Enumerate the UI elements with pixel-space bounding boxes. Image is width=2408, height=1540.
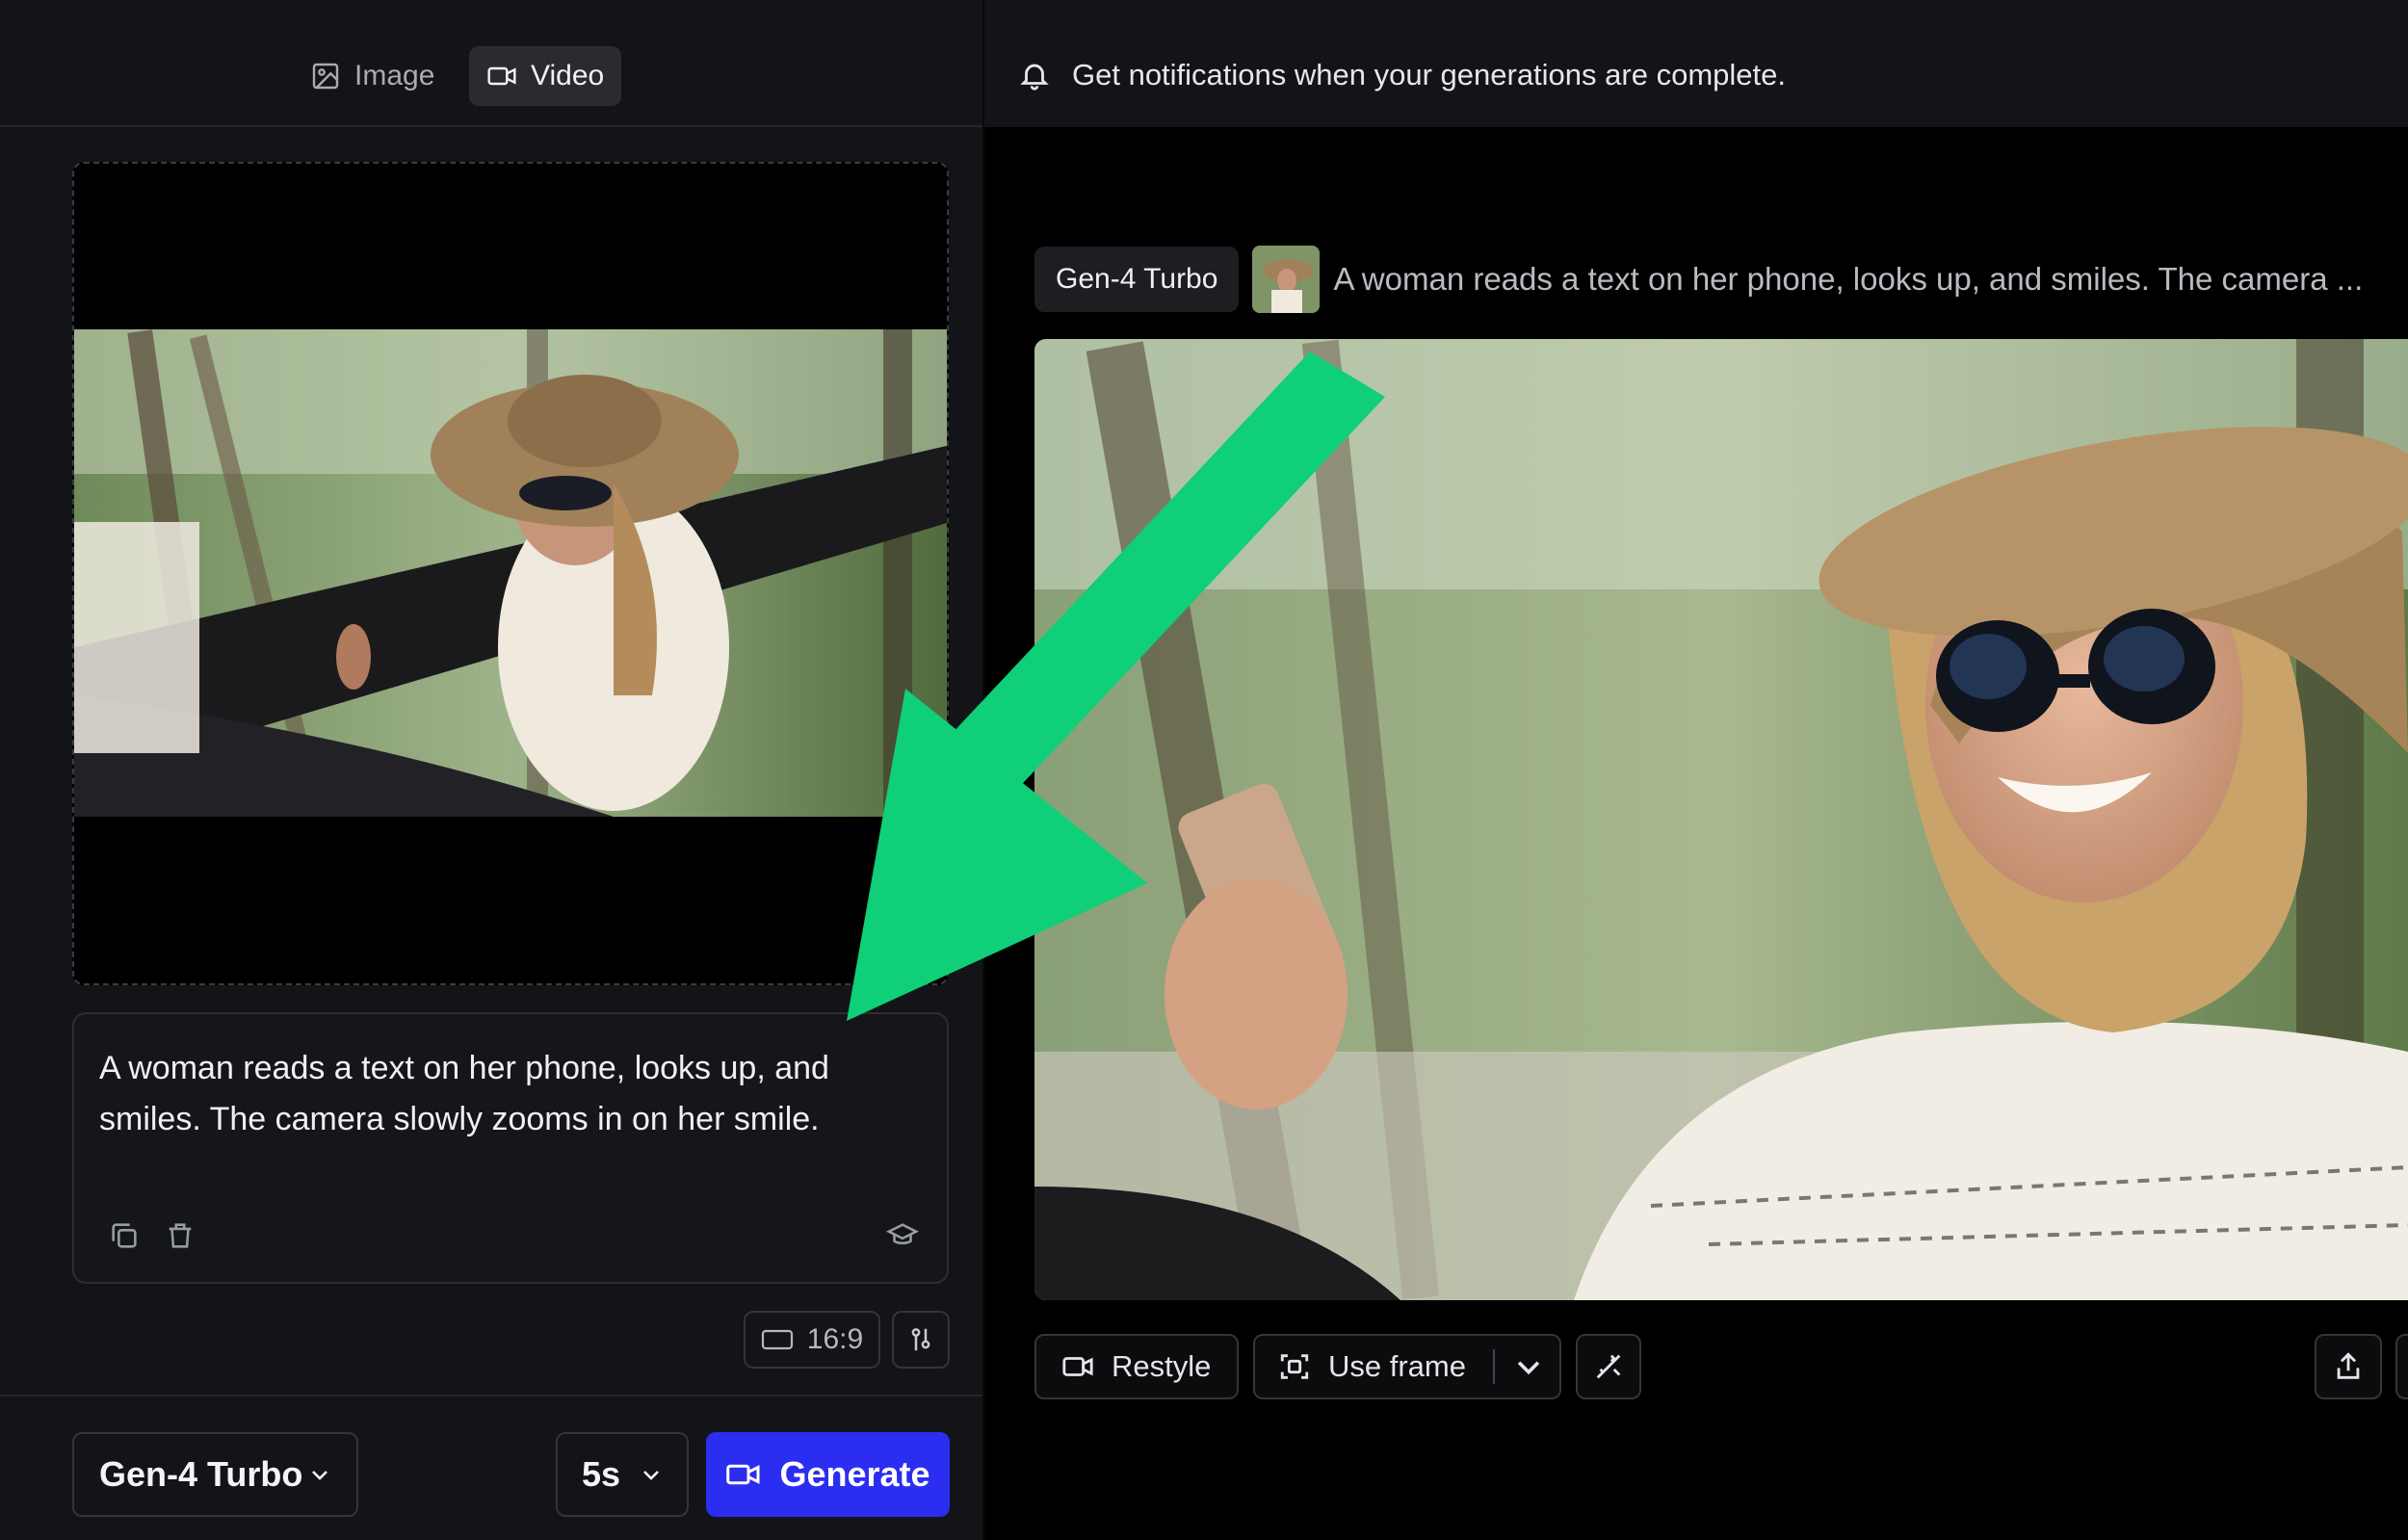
prompt-box[interactable]: A woman reads a text on her phone, looks… (72, 1012, 949, 1284)
notification-prompt[interactable]: Get notifications when your generations … (1018, 58, 1786, 92)
tab-video-label: Video (531, 60, 605, 91)
use-frame-label: Use frame (1328, 1349, 1466, 1383)
prompt-text[interactable]: A woman reads a text on her phone, looks… (99, 1043, 928, 1145)
duration-select[interactable]: 5s (556, 1432, 689, 1517)
trash-icon (169, 1223, 192, 1248)
frame-capture-icon (1280, 1354, 1309, 1379)
divider (1492, 1349, 1495, 1384)
share-icon (2337, 1352, 2360, 1379)
restyle-label: Restyle (1112, 1349, 1212, 1383)
prompt-guide-button[interactable] (883, 1216, 922, 1255)
magic-wand-icon (1596, 1354, 1621, 1379)
aspect-ratio-label: 16:9 (806, 1323, 864, 1355)
video-icon (487, 66, 516, 86)
generation-header: Gen-4 Turbo A woman reads a text on her … (1034, 246, 2364, 313)
chevron-down-icon[interactable] (1512, 1350, 1545, 1383)
bell-icon (1020, 64, 1049, 91)
notification-text: Get notifications when your generations … (1072, 58, 1786, 91)
input-image (74, 329, 947, 817)
model-tag: Gen-4 Turbo (1034, 247, 1240, 312)
image-icon (312, 63, 339, 90)
tab-image-label: Image (354, 60, 435, 91)
share-button[interactable] (2315, 1334, 2382, 1399)
generate-label: Generate (779, 1454, 930, 1494)
magic-tools-button[interactable] (1576, 1334, 1641, 1399)
tab-image[interactable]: Image (293, 46, 452, 106)
bottom-toolbar: Gen-4 Turbo 5s Generate (0, 1395, 982, 1540)
mode-tab-bar: Image Video (0, 0, 982, 127)
chevron-down-icon (643, 1471, 659, 1480)
sliders-icon (911, 1328, 930, 1351)
notification-bar: Get notifications when your generations … (984, 0, 2408, 127)
copy-button[interactable] (105, 1216, 144, 1255)
generated-video-frame[interactable] (1034, 339, 2408, 1300)
generation-prompt-preview: A woman reads a text on her phone, looks… (1333, 261, 2364, 297)
duration-label: 5s (581, 1454, 621, 1494)
input-panel: Image Video A woman reads a text on her … (0, 0, 982, 1540)
model-select[interactable]: Gen-4 Turbo (72, 1432, 358, 1517)
model-select-label: Gen-4 Turbo (99, 1454, 303, 1494)
aspect-ratio-icon (761, 1329, 793, 1350)
generate-button[interactable]: Generate (706, 1432, 950, 1517)
chevron-down-icon (312, 1471, 327, 1480)
settings-button[interactable] (892, 1311, 950, 1369)
output-panel: Get notifications when your generations … (984, 0, 2408, 1540)
more-actions-button[interactable] (2395, 1334, 2408, 1399)
restyle-button[interactable]: Restyle (1034, 1334, 1239, 1399)
delete-button[interactable] (161, 1216, 199, 1255)
tab-video[interactable]: Video (469, 46, 622, 106)
aspect-ratio-button[interactable]: 16:9 (744, 1311, 880, 1369)
video-icon (1062, 1357, 1093, 1376)
video-icon (726, 1464, 760, 1485)
copy-icon (112, 1223, 137, 1248)
input-image-dropzone[interactable] (72, 162, 949, 985)
graduation-cap-icon (886, 1223, 919, 1245)
input-thumbnail[interactable] (1252, 246, 1321, 313)
use-frame-button[interactable]: Use frame (1253, 1334, 1561, 1399)
